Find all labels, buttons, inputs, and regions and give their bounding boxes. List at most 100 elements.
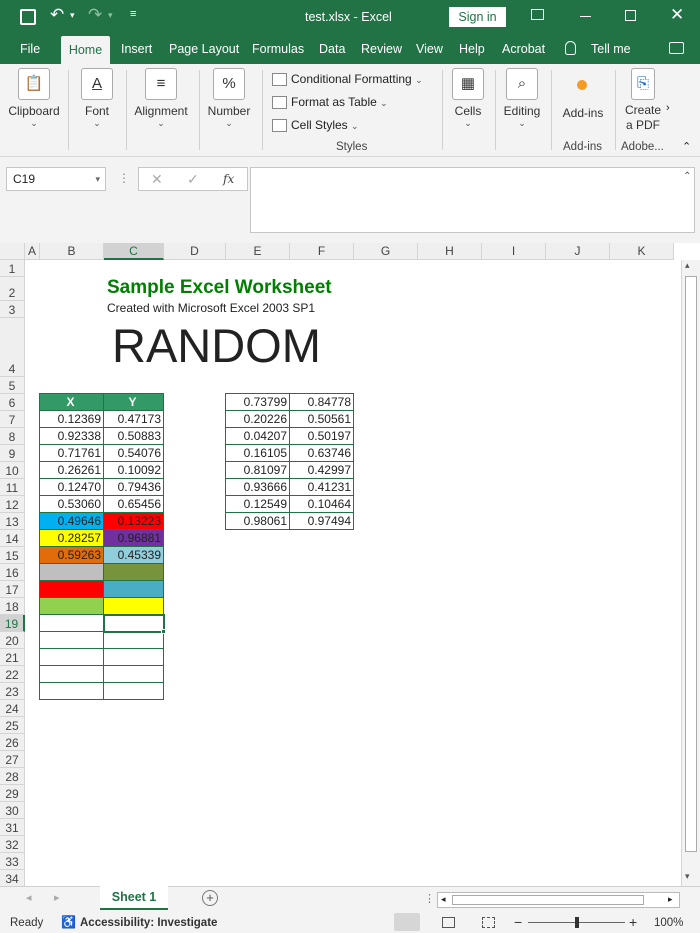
formula-bar-options-icon[interactable]: ⋮ — [118, 171, 130, 185]
tab-home[interactable]: Home — [61, 36, 110, 64]
table1-empty-b19[interactable] — [39, 614, 104, 632]
row-header-16[interactable]: 16 — [0, 564, 25, 581]
tab-file[interactable]: File — [20, 34, 40, 64]
table1-cell-b8[interactable]: 0.92338 — [39, 427, 104, 445]
tab-formulas[interactable]: Formulas — [252, 34, 304, 64]
table1-cell-c9[interactable]: 0.54076 — [103, 444, 164, 462]
sheet-bar-options-icon[interactable]: ⋮ — [424, 892, 435, 905]
undo-dropdown-icon[interactable]: ▾ — [70, 10, 75, 21]
close-icon[interactable]: ✕ — [670, 5, 684, 25]
random-label[interactable]: RANDOM — [112, 318, 412, 377]
row-header-15[interactable]: 15 — [0, 547, 25, 564]
row-header-18[interactable]: 18 — [0, 598, 25, 615]
customize-quick-access-icon[interactable]: ≡ — [130, 8, 136, 20]
add-sheet-icon[interactable]: + — [202, 890, 218, 906]
row-header-17[interactable]: 17 — [0, 581, 25, 598]
table1-cell-b9[interactable]: 0.71761 — [39, 444, 104, 462]
table1-cell-c10[interactable]: 0.10092 — [103, 461, 164, 479]
column-header-a[interactable]: A — [25, 243, 40, 260]
row-header-22[interactable]: 22 — [0, 666, 25, 683]
row-header-5[interactable]: 5 — [0, 377, 25, 394]
table1-cell-b10[interactable]: 0.26261 — [39, 461, 104, 479]
table1-cell-c17[interactable] — [103, 580, 164, 598]
table1-cell-b17[interactable] — [39, 580, 104, 598]
row-header-28[interactable]: 28 — [0, 768, 25, 785]
table2-cell-e10[interactable]: 0.81097 — [225, 461, 290, 479]
table1-cell-b18[interactable] — [39, 597, 104, 615]
tell-me-search[interactable]: Tell me — [591, 34, 631, 64]
row-header-29[interactable]: 29 — [0, 785, 25, 802]
alignment-group[interactable]: ≡ Alignment ⌄ — [130, 64, 192, 154]
cells-group[interactable]: ▦ Cells ⌄ — [446, 64, 490, 154]
column-header-i[interactable]: I — [482, 243, 546, 260]
previous-sheet-icon[interactable]: ◂ — [26, 891, 32, 904]
table1-empty-b21[interactable] — [39, 648, 104, 666]
column-header-k[interactable]: K — [610, 243, 674, 260]
table1-cell-c11[interactable]: 0.79436 — [103, 478, 164, 496]
row-header-7[interactable]: 7 — [0, 411, 25, 428]
table1-cell-c13[interactable]: 0.13223 — [103, 512, 164, 530]
scroll-up-icon[interactable]: ▴ — [685, 260, 690, 271]
table1-cell-c8[interactable]: 0.50883 — [103, 427, 164, 445]
row-header-4[interactable]: 4 — [0, 318, 25, 377]
tab-view[interactable]: View — [416, 34, 443, 64]
table1-header-y[interactable]: Y — [103, 393, 164, 411]
row-header-26[interactable]: 26 — [0, 734, 25, 751]
column-header-h[interactable]: H — [418, 243, 482, 260]
row-header-34[interactable]: 34 — [0, 870, 25, 886]
table2-cell-f7[interactable]: 0.50561 — [289, 410, 354, 428]
row-header-19[interactable]: 19 — [0, 615, 25, 632]
table1-cell-b12[interactable]: 0.53060 — [39, 495, 104, 513]
column-header-j[interactable]: J — [546, 243, 610, 260]
page-break-view-icon[interactable] — [482, 917, 495, 928]
table1-empty-b23[interactable] — [39, 682, 104, 700]
comments-icon[interactable] — [669, 42, 684, 54]
tab-help[interactable]: Help — [459, 34, 485, 64]
row-header-33[interactable]: 33 — [0, 853, 25, 870]
table1-cell-b15[interactable]: 0.59263 — [39, 546, 104, 564]
sheet-subtitle[interactable]: Created with Microsoft Excel 2003 SP1 — [107, 301, 407, 318]
column-header-d[interactable]: D — [164, 243, 226, 260]
table1-cell-c15[interactable]: 0.45339 — [103, 546, 164, 564]
enter-icon[interactable]: ✓ — [187, 171, 199, 188]
worksheet-grid[interactable]: ABCDEFGHIJK 1 2 3 4 5 6 7 8 9 10 11 12 13 14 15 16 17 18 1… — [0, 243, 700, 886]
name-box[interactable]: C19 ▾ — [6, 167, 106, 191]
table1-header-x[interactable]: X — [39, 393, 104, 411]
table1-cell-b11[interactable]: 0.12470 — [39, 478, 104, 496]
table1-empty-c21[interactable] — [103, 648, 164, 666]
table1-cell-c14[interactable]: 0.96881 — [103, 529, 164, 547]
zoom-out-icon[interactable]: − — [514, 914, 522, 930]
sheet-title[interactable]: Sample Excel Worksheet — [107, 277, 407, 301]
row-header-14[interactable]: 14 — [0, 530, 25, 547]
row-header-24[interactable]: 24 — [0, 700, 25, 717]
cancel-icon[interactable]: ✕ — [151, 171, 163, 188]
editing-group[interactable]: ⌕ Editing ⌄ — [499, 64, 545, 154]
collapse-ribbon-icon[interactable]: ⌃ — [682, 140, 691, 153]
tab-page-layout[interactable]: Page Layout — [169, 34, 239, 64]
table2-cell-e9[interactable]: 0.16105 — [225, 444, 290, 462]
table2-cell-e13[interactable]: 0.98061 — [225, 512, 290, 530]
save-icon[interactable] — [20, 9, 36, 25]
column-header-c[interactable]: C — [104, 243, 164, 260]
table1-cell-b16[interactable] — [39, 563, 104, 581]
row-header-9[interactable]: 9 — [0, 445, 25, 462]
number-group[interactable]: % Number ⌄ — [203, 64, 255, 154]
table2-cell-e11[interactable]: 0.93666 — [225, 478, 290, 496]
maximize-icon[interactable] — [625, 10, 636, 21]
table1-empty-c20[interactable] — [103, 631, 164, 649]
redo-icon[interactable]: ↷ — [88, 5, 102, 25]
addins-group[interactable]: Add-ins Add-ins — [555, 64, 611, 154]
undo-icon[interactable]: ↶ — [50, 5, 64, 25]
scroll-left-icon[interactable]: ◂ — [441, 894, 446, 905]
sheet-tab-sheet1[interactable]: Sheet 1 — [100, 886, 168, 910]
table1-empty-c23[interactable] — [103, 682, 164, 700]
table1-empty-b22[interactable] — [39, 665, 104, 683]
redo-dropdown-icon[interactable]: ▾ — [108, 10, 113, 21]
horizontal-scrollbar[interactable]: ◂ ▸ — [437, 892, 680, 908]
ribbon-scroll-right-icon[interactable]: › — [666, 102, 670, 114]
table1-cell-c18[interactable] — [103, 597, 164, 615]
table2-cell-e7[interactable]: 0.20226 — [225, 410, 290, 428]
vertical-scroll-thumb[interactable] — [685, 276, 697, 852]
table2-cell-f9[interactable]: 0.63746 — [289, 444, 354, 462]
row-header-31[interactable]: 31 — [0, 819, 25, 836]
